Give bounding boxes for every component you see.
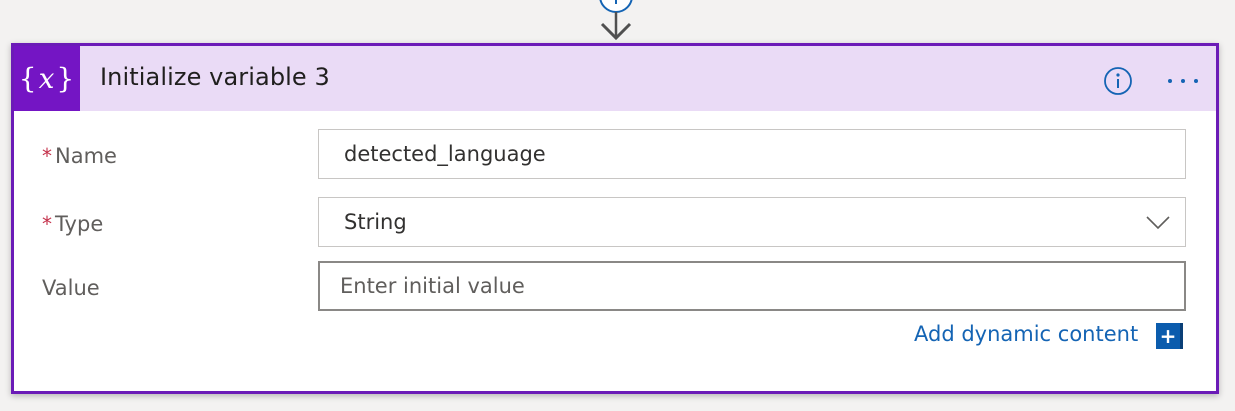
variable-icon: {x}	[14, 46, 80, 111]
value-label: Value	[42, 276, 100, 300]
card-header[interactable]: {x} Initialize variable 3	[14, 46, 1216, 111]
value-field-wrapper	[318, 261, 1186, 311]
type-dropdown[interactable]: String	[318, 197, 1186, 247]
card-title[interactable]: Initialize variable 3	[100, 63, 330, 91]
value-label-text: Value	[42, 276, 100, 300]
add-dynamic-content-link[interactable]: Add dynamic content	[914, 322, 1138, 346]
type-label-text: Type	[55, 212, 104, 236]
value-input[interactable]	[340, 263, 1184, 309]
name-field-value: detected_language	[344, 142, 546, 166]
more-options-icon[interactable]	[1165, 69, 1201, 93]
initialize-variable-card: {x} Initialize variable 3 * Name detected…	[11, 43, 1219, 394]
add-dynamic-content-plus-icon[interactable]: +	[1156, 323, 1183, 349]
name-field[interactable]: detected_language	[318, 129, 1186, 179]
name-label-text: Name	[55, 144, 117, 168]
required-marker: *	[42, 144, 52, 168]
type-selected-value: String	[344, 210, 407, 234]
info-icon[interactable]	[1103, 66, 1133, 96]
chevron-down-icon[interactable]	[1145, 213, 1171, 231]
name-label: * Name	[42, 144, 117, 168]
connector-arrow-icon	[599, 0, 633, 41]
required-marker: *	[42, 212, 52, 236]
type-label: * Type	[42, 212, 103, 236]
